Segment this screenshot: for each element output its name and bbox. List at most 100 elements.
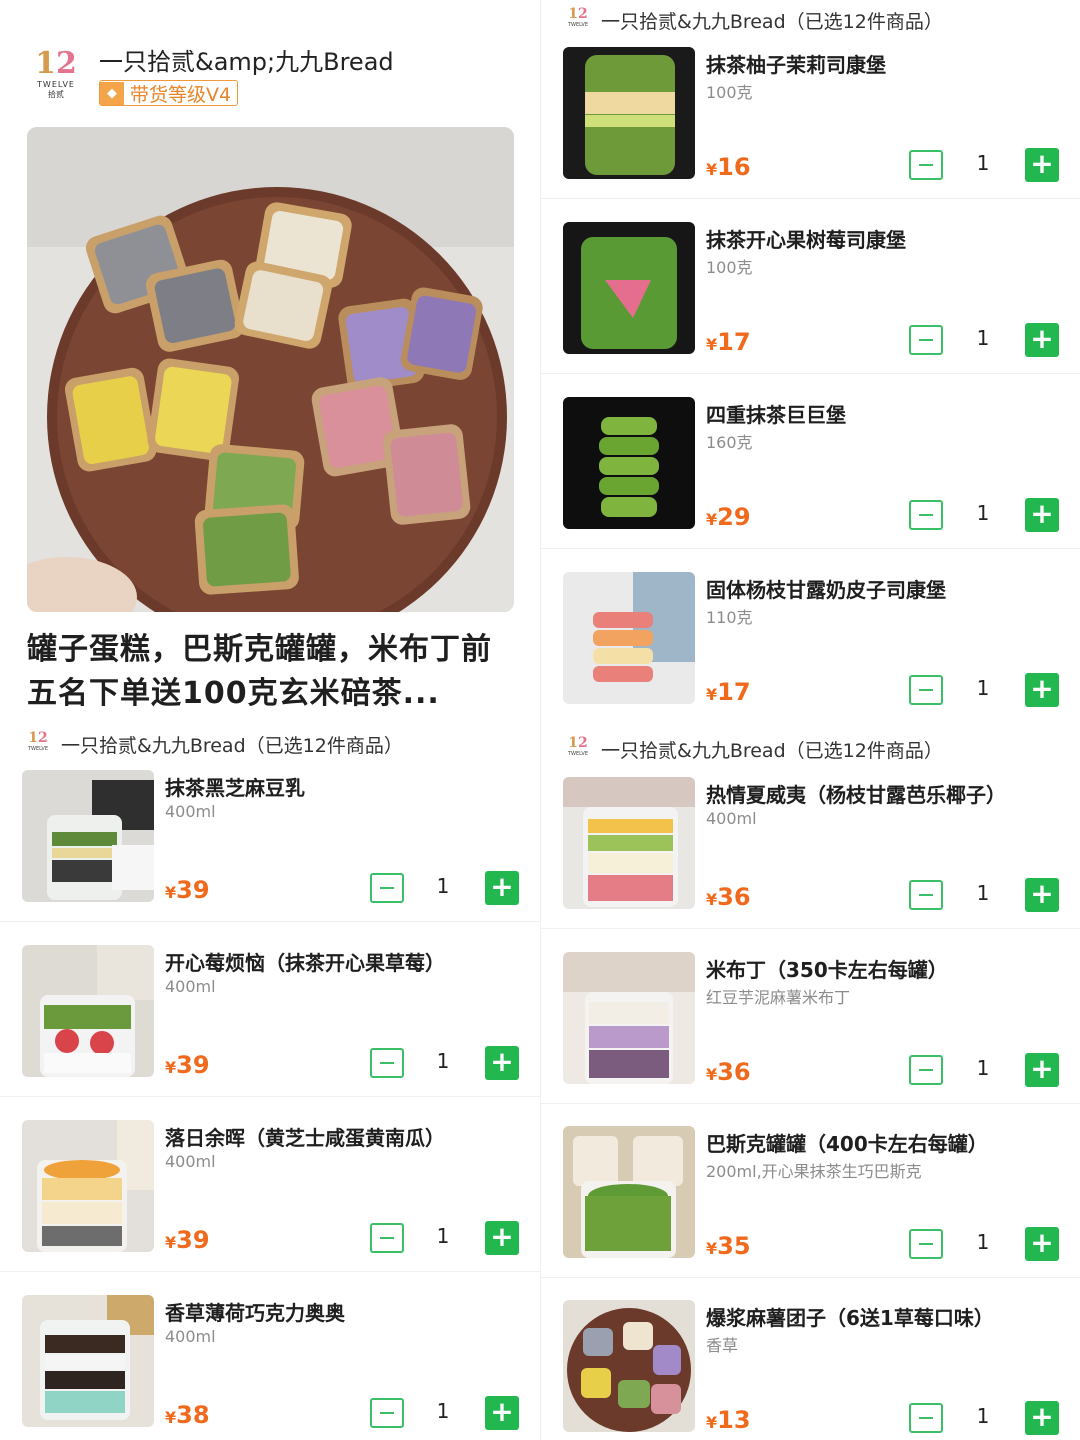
product-spec: 红豆芋泥麻薯米布丁 bbox=[706, 988, 851, 1007]
product-thumbnail bbox=[563, 47, 695, 179]
product-item[interactable]: 巴斯克罐罐（400卡左右每罐） 200ml,开心果抹茶生巧巴斯克 ¥35 1 + bbox=[541, 1126, 1080, 1301]
plus-icon: + bbox=[1030, 1052, 1054, 1085]
product-spec: 110克 bbox=[706, 608, 753, 627]
product-thumbnail bbox=[563, 1300, 695, 1432]
increase-quantity-button[interactable]: + bbox=[1025, 498, 1059, 532]
product-item[interactable]: 固体杨枝甘露奶皮子司康堡 110克 ¥17 1 + bbox=[563, 572, 1063, 747]
increase-quantity-button[interactable]: + bbox=[1025, 1053, 1059, 1087]
product-thumbnail bbox=[22, 1120, 154, 1252]
product-price: ¥39 bbox=[165, 1051, 210, 1079]
quantity-value: 1 bbox=[976, 881, 990, 905]
shop-logo: 12 TWELVE 拾贰 bbox=[35, 46, 77, 100]
decrease-quantity-button[interactable] bbox=[909, 1055, 943, 1085]
decrease-quantity-button[interactable] bbox=[909, 1403, 943, 1433]
decrease-quantity-button[interactable] bbox=[909, 325, 943, 355]
increase-quantity-button[interactable]: + bbox=[1025, 673, 1059, 707]
decrease-quantity-button[interactable] bbox=[909, 500, 943, 530]
row-separator bbox=[0, 921, 540, 922]
increase-quantity-button[interactable]: + bbox=[1025, 148, 1059, 182]
right-panel: 12 TWELVE 一只拾贰&九九Bread（已选12件商品） 抹茶柚子茉莉司康堡… bbox=[541, 0, 1080, 1440]
decrease-quantity-button[interactable] bbox=[370, 1398, 404, 1428]
decrease-quantity-button[interactable] bbox=[909, 675, 943, 705]
decrease-quantity-button[interactable] bbox=[909, 150, 943, 180]
product-name: 爆浆麻薯团子（6送1草莓口味） bbox=[706, 1306, 994, 1330]
product-name: 落日余晖（黄芝士咸蛋黄南瓜） bbox=[165, 1126, 445, 1150]
increase-quantity-button[interactable]: + bbox=[1025, 1401, 1059, 1435]
product-item[interactable]: 开心莓烦恼（抹茶开心果草莓） 400ml ¥39 1 + bbox=[0, 945, 540, 1120]
product-item[interactable]: 四重抹茶巨巨堡 160克 ¥29 1 + bbox=[541, 397, 1080, 572]
shop-mini-logo: 12 TWELVE bbox=[568, 735, 588, 757]
decrease-quantity-button[interactable] bbox=[370, 1223, 404, 1253]
product-price: ¥35 bbox=[706, 1232, 751, 1260]
product-spec: 160克 bbox=[706, 433, 753, 452]
product-item[interactable]: 抹茶柚子茉莉司康堡 100克 ¥16 1 + bbox=[541, 47, 1080, 222]
decrease-quantity-button[interactable] bbox=[909, 880, 943, 910]
seller-level-badge: ◆ 带货等级V4 bbox=[99, 80, 239, 106]
increase-quantity-button[interactable]: + bbox=[485, 871, 519, 905]
product-spec: 200ml,开心果抹茶生巧巴斯克 bbox=[706, 1162, 922, 1181]
listing-title[interactable]: 罐子蛋糕，巴斯克罐罐，米布丁前五名下单送100克玄米碚茶... bbox=[27, 628, 517, 716]
product-name: 米布丁（350卡左右每罐） bbox=[706, 958, 948, 982]
product-item[interactable]: 落日余晖（黄芝士咸蛋黄南瓜） 400ml ¥39 1 + bbox=[0, 1120, 540, 1295]
product-name: 巴斯克罐罐（400卡左右每罐） bbox=[706, 1132, 988, 1156]
plus-icon: + bbox=[1030, 497, 1054, 530]
product-spec: 100克 bbox=[706, 83, 753, 102]
decrease-quantity-button[interactable] bbox=[370, 1048, 404, 1078]
product-spec: 400ml bbox=[165, 977, 216, 996]
diamond-icon: ◆ bbox=[100, 81, 124, 105]
product-name: 热情夏威夷（杨枝甘露芭乐椰子） bbox=[706, 783, 1006, 807]
minus-icon bbox=[919, 689, 933, 691]
product-thumbnail bbox=[22, 945, 154, 1077]
quantity-value: 1 bbox=[436, 1224, 450, 1248]
row-separator bbox=[541, 1103, 1080, 1104]
quantity-value: 1 bbox=[976, 326, 990, 350]
plus-icon: + bbox=[1030, 877, 1054, 910]
product-thumbnail bbox=[563, 1126, 695, 1258]
minus-icon bbox=[919, 1069, 933, 1071]
shop-mini-logo: 12 TWELVE bbox=[28, 730, 48, 752]
shop-header[interactable]: 12 TWELVE 拾贰 一只拾贰&amp;九九Bread ◆ 带货等级V4 bbox=[27, 42, 527, 112]
product-price: ¥13 bbox=[706, 1406, 751, 1434]
increase-quantity-button[interactable]: + bbox=[485, 1396, 519, 1430]
row-separator bbox=[541, 928, 1080, 929]
minus-icon bbox=[380, 887, 394, 889]
plus-icon: + bbox=[490, 870, 514, 903]
increase-quantity-button[interactable]: + bbox=[1025, 878, 1059, 912]
decrease-quantity-button[interactable] bbox=[909, 1229, 943, 1259]
product-item[interactable]: 抹茶开心果树莓司康堡 100克 ¥17 1 + bbox=[541, 222, 1080, 397]
quantity-value: 1 bbox=[976, 1056, 990, 1080]
minus-icon bbox=[919, 339, 933, 341]
row-separator bbox=[0, 1096, 540, 1097]
product-price: ¥36 bbox=[706, 1058, 751, 1086]
product-item[interactable]: 爆浆麻薯团子（6送1草莓口味） 香草 ¥13 1 + bbox=[563, 1300, 1063, 1440]
decrease-quantity-button[interactable] bbox=[370, 873, 404, 903]
product-thumbnail bbox=[563, 222, 695, 354]
shop-row[interactable]: 12 TWELVE 一只拾贰&九九Bread（已选12件商品） bbox=[563, 4, 943, 36]
increase-quantity-button[interactable]: + bbox=[485, 1221, 519, 1255]
product-item[interactable]: 热情夏威夷（杨枝甘露芭乐椰子） 400ml ¥36 1 + bbox=[541, 777, 1080, 952]
quantity-value: 1 bbox=[976, 501, 990, 525]
increase-quantity-button[interactable]: + bbox=[1025, 1227, 1059, 1261]
product-spec: 400ml bbox=[165, 802, 216, 821]
row-separator bbox=[0, 1271, 540, 1272]
product-item[interactable]: 香草薄荷巧克力奥奥 400ml ¥38 1 + bbox=[22, 1295, 522, 1440]
product-item[interactable]: 抹茶黑芝麻豆乳 400ml ¥39 1 + bbox=[0, 770, 540, 945]
quantity-value: 1 bbox=[976, 1404, 990, 1428]
quantity-value: 1 bbox=[436, 874, 450, 898]
increase-quantity-button[interactable]: + bbox=[1025, 323, 1059, 357]
product-item[interactable]: 米布丁（350卡左右每罐） 红豆芋泥麻薯米布丁 ¥36 1 + bbox=[541, 952, 1080, 1127]
minus-icon bbox=[380, 1412, 394, 1414]
increase-quantity-button[interactable]: + bbox=[485, 1046, 519, 1080]
product-thumbnail bbox=[563, 777, 695, 909]
shop-row[interactable]: 12 TWELVE 一只拾贰&九九Bread（已选12件商品） bbox=[23, 728, 403, 760]
hero-image[interactable] bbox=[27, 127, 514, 612]
product-price: ¥36 bbox=[706, 883, 751, 911]
plus-icon: + bbox=[1030, 147, 1054, 180]
shop-row[interactable]: 12 TWELVE 一只拾贰&九九Bread（已选12件商品） bbox=[563, 733, 943, 765]
product-name: 开心莓烦恼（抹茶开心果草莓） bbox=[165, 951, 445, 975]
left-panel: 12 TWELVE 拾贰 一只拾贰&amp;九九Bread ◆ 带货等级V4 罐… bbox=[0, 0, 540, 1440]
row-separator bbox=[541, 1277, 1080, 1278]
minus-icon bbox=[919, 894, 933, 896]
product-spec: 400ml bbox=[706, 809, 757, 828]
product-thumbnail bbox=[563, 952, 695, 1084]
